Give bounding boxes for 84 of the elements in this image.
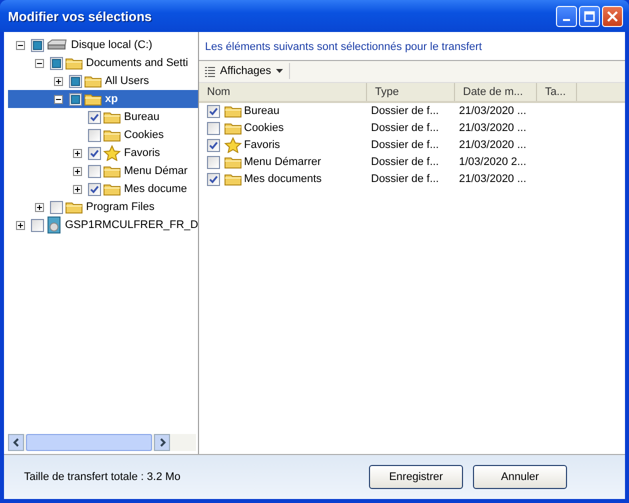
expander-icon[interactable] xyxy=(73,166,82,176)
checkbox[interactable] xyxy=(50,200,63,214)
column-header[interactable]: Ta... xyxy=(537,82,577,100)
expander-icon[interactable] xyxy=(16,220,25,230)
expander-icon[interactable] xyxy=(54,76,63,86)
folder-icon xyxy=(103,128,121,142)
tree-item[interactable]: Program Files xyxy=(85,201,156,213)
caret-icon xyxy=(276,69,284,73)
folder-icon xyxy=(103,164,121,178)
tree-item[interactable]: All Users xyxy=(104,75,150,87)
checkbox[interactable] xyxy=(207,122,220,134)
file-name: Menu Démarrer xyxy=(244,156,322,168)
checkbox[interactable] xyxy=(88,164,101,178)
expander-icon[interactable] xyxy=(35,58,44,68)
folder-icon xyxy=(65,200,83,214)
star-icon xyxy=(224,137,242,153)
tree-item[interactable]: Favoris xyxy=(123,147,162,159)
folder-icon xyxy=(224,172,242,186)
window-title: Modifier vos sélections xyxy=(8,8,152,24)
close-icon xyxy=(607,10,618,22)
horizontal-scrollbar[interactable] xyxy=(8,434,196,451)
disc-drive-icon xyxy=(46,216,62,234)
minimize-button[interactable] xyxy=(556,6,577,26)
close-button[interactable] xyxy=(602,6,623,26)
table-cell-text: Dossier de f... xyxy=(370,173,440,185)
scroll-right-icon[interactable] xyxy=(154,434,170,451)
tree-item[interactable]: Bureau xyxy=(123,111,160,123)
folder-icon xyxy=(224,121,242,135)
table-cell-text: 21/03/2020 ... xyxy=(458,139,528,151)
folder-icon xyxy=(224,155,242,169)
tree-item[interactable]: Cookies xyxy=(123,129,165,141)
table-cell-text: Dossier de f... xyxy=(370,122,440,134)
tree-item[interactable]: Menu Démar xyxy=(123,165,189,177)
checkbox[interactable] xyxy=(207,172,220,186)
expander-icon[interactable] xyxy=(35,202,44,212)
tree-item[interactable]: GSP1RMCULFRER_FR_D xyxy=(64,219,198,231)
checkbox[interactable] xyxy=(31,218,44,232)
folder-icon xyxy=(84,74,102,88)
scroll-left-icon[interactable] xyxy=(8,434,24,451)
folder-icon xyxy=(65,56,83,70)
expander-icon[interactable] xyxy=(16,40,25,50)
checkbox[interactable] xyxy=(207,104,220,118)
tree-item[interactable]: Mes docume xyxy=(123,183,188,195)
table-cell-text: Dossier de f... xyxy=(370,139,440,151)
tree-item[interactable]: Disque local (C:) xyxy=(70,39,154,51)
transfer-size-label: Taille de transfert totale : 3.2 Mo xyxy=(24,471,181,483)
expander-icon[interactable] xyxy=(73,148,82,158)
column-header[interactable]: Nom xyxy=(199,82,367,100)
table-cell-text: 1/03/2020 2... xyxy=(458,156,528,168)
column-header[interactable]: Type xyxy=(367,82,455,100)
scroll-thumb[interactable] xyxy=(26,434,152,451)
checkbox[interactable] xyxy=(88,110,101,124)
tree-item[interactable]: xp xyxy=(104,93,119,105)
checkbox[interactable] xyxy=(88,182,101,196)
checkbox[interactable] xyxy=(88,146,101,160)
minimize-icon xyxy=(563,19,570,21)
star-icon xyxy=(103,145,121,161)
checkbox[interactable] xyxy=(207,138,220,152)
maximize-icon xyxy=(584,10,595,22)
table-cell-text: 21/03/2020 ... xyxy=(458,122,528,134)
column-header[interactable]: Date de m... xyxy=(455,82,537,100)
table-cell-text: Dossier de f... xyxy=(370,156,440,168)
file-name: Favoris xyxy=(244,139,280,151)
save-button[interactable]: Enregistrer xyxy=(369,465,463,489)
folder-icon xyxy=(224,104,242,118)
file-name: Cookies xyxy=(244,122,284,134)
table-cell-text: Dossier de f... xyxy=(370,105,440,117)
tree-item[interactable]: Documents and Setti xyxy=(85,57,190,69)
drive-icon xyxy=(46,39,68,51)
folder-icon xyxy=(103,182,121,196)
checkbox[interactable] xyxy=(88,128,101,142)
views-button[interactable]: Affichages xyxy=(203,63,290,79)
checkbox[interactable] xyxy=(207,156,220,168)
file-name: Bureau xyxy=(244,105,280,117)
maximize-button[interactable] xyxy=(579,6,600,26)
file-name: Mes documents xyxy=(244,173,322,185)
folder-icon xyxy=(103,110,121,124)
expander-icon[interactable] xyxy=(73,184,82,194)
table-cell-text: 21/03/2020 ... xyxy=(458,173,528,185)
folder-icon xyxy=(84,92,102,106)
list-icon xyxy=(205,66,215,76)
expander-icon[interactable] xyxy=(54,94,63,104)
cancel-button[interactable]: Annuler xyxy=(473,465,567,489)
table-cell-text: 21/03/2020 ... xyxy=(458,105,528,117)
